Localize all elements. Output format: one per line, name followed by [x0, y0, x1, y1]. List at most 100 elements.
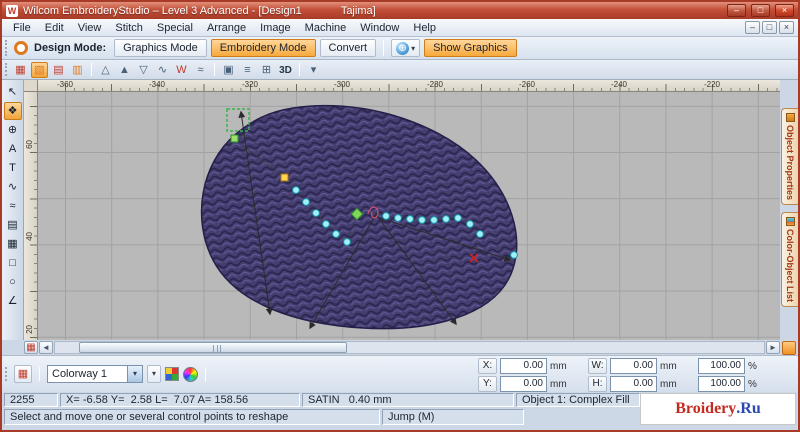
window-grid-icon[interactable]: ⊞	[258, 62, 275, 78]
mdi-minimize-button[interactable]: –	[745, 21, 760, 34]
rectangle-tool[interactable]: □	[4, 254, 22, 272]
shape-icon-3[interactable]: ▽	[135, 62, 152, 78]
scroll-right-button[interactable]: ►	[766, 341, 780, 354]
threed-view-button[interactable]: 3D	[277, 62, 294, 78]
menu-arrange[interactable]: Arrange	[200, 21, 253, 35]
tab-object-properties[interactable]: Object Properties	[781, 108, 798, 206]
y-unit: mm	[550, 378, 567, 390]
color-wheel-icon[interactable]	[183, 366, 198, 382]
scrollbar-thumb[interactable]	[79, 342, 347, 353]
ellipse-tool[interactable]: ○	[4, 273, 22, 291]
y-label: Y:	[478, 376, 497, 392]
run-tool[interactable]: ∿	[4, 178, 22, 196]
h-field[interactable]: 0.00	[610, 376, 657, 392]
brand-watermark: Broidery .Ru	[640, 393, 796, 425]
x-label: X:	[478, 358, 497, 374]
mdi-restore-button[interactable]: □	[762, 21, 777, 34]
menu-file[interactable]: File	[6, 21, 38, 35]
dropdown-icon[interactable]: ▾	[305, 62, 322, 78]
fill-tool[interactable]: ▦	[4, 235, 22, 253]
scrollbar-track[interactable]	[54, 341, 765, 354]
tab-color-object-list[interactable]: Color-Object List	[781, 212, 798, 308]
list-view-icon[interactable]: ≡	[239, 62, 256, 78]
h-unit: mm	[660, 378, 677, 390]
chevron-down-icon: ▾	[411, 43, 416, 53]
y-field[interactable]: 0.00	[500, 376, 547, 392]
brand-part1: Broidery	[675, 400, 737, 417]
menu-image[interactable]: Image	[253, 21, 298, 35]
menu-help[interactable]: Help	[406, 21, 443, 35]
colorway-menu-button[interactable]: ▾	[147, 365, 161, 383]
convert-button[interactable]: Convert	[319, 39, 377, 57]
show-graphics-button[interactable]: Show Graphics	[424, 39, 517, 57]
object-properties-icon	[785, 113, 795, 122]
select-tool[interactable]: ↖	[4, 83, 22, 101]
menu-window[interactable]: Window	[353, 21, 406, 35]
graphics-mode-button[interactable]: Graphics Mode	[114, 39, 207, 57]
maximize-button[interactable]: □	[751, 4, 770, 17]
chevron-down-icon: ▾	[127, 366, 142, 382]
menu-view[interactable]: View	[71, 21, 109, 35]
scale-y-field[interactable]: 100.00	[698, 376, 745, 392]
shape-icon-1[interactable]: △	[97, 62, 114, 78]
wave-icon[interactable]: W	[173, 62, 190, 78]
prompt-text: Select and move one or several control p…	[4, 409, 380, 425]
colorway-value: Colorway 1	[52, 368, 108, 380]
stitch-icon-4[interactable]: ▥	[69, 62, 86, 78]
satin-tool[interactable]: ▤	[4, 216, 22, 234]
embroidery-design	[200, 104, 518, 330]
grid-view-icon[interactable]: ▣	[220, 62, 237, 78]
w-field[interactable]: 0.00	[610, 358, 657, 374]
horizontal-scrollbar: ▦ ◄ ►	[24, 341, 780, 354]
close-button[interactable]: ×	[775, 4, 794, 17]
stitch-count: 2255	[4, 393, 58, 407]
toolbar-grip[interactable]	[5, 367, 10, 381]
measure-tool[interactable]: ∠	[4, 292, 22, 310]
reshape-tool[interactable]: ❖	[3, 102, 22, 120]
menu-stitch[interactable]: Stitch	[108, 21, 150, 35]
colorway-select[interactable]: Colorway 1 ▾	[47, 365, 143, 383]
embroidery-mode-button[interactable]: Embroidery Mode	[210, 39, 316, 57]
toolbar-grip[interactable]	[5, 40, 10, 56]
toolbar-grip[interactable]	[5, 62, 10, 77]
toolbox: ↖ ❖ ⊕ A T ∿ ≈ ▤ ▦ □ ○ ∠	[2, 80, 24, 340]
lettering-tool[interactable]: A	[4, 140, 22, 158]
menu-edit[interactable]: Edit	[38, 21, 71, 35]
monogram-tool[interactable]: T	[4, 159, 22, 177]
scale-y-unit: %	[748, 378, 757, 390]
brand-part2: .Ru	[736, 400, 761, 417]
menu-special[interactable]: Special	[150, 21, 200, 35]
scale-x-field[interactable]: 100.00	[698, 358, 745, 374]
colorway-toolbar: ▦ Colorway 1 ▾ ▾ X: 0.00 mm W: 0.00 mm 1…	[2, 355, 798, 392]
stitch-icon-1[interactable]: ▦	[12, 62, 29, 78]
zigzag-icon[interactable]: ≈	[192, 62, 209, 78]
start-handle[interactable]	[230, 134, 239, 143]
zoom-tool[interactable]: ⊕	[4, 121, 22, 139]
run-stitch-icon[interactable]: ∿	[154, 62, 171, 78]
design-canvas[interactable]	[38, 92, 780, 340]
panel-toggle-button[interactable]: ▦	[24, 341, 38, 354]
vertical-ruler: 60 40 20	[24, 92, 38, 340]
mdi-close-button[interactable]: ×	[779, 21, 794, 34]
zigzag-tool[interactable]: ≈	[4, 197, 22, 215]
colorway-icon-button[interactable]: ▦	[14, 365, 32, 383]
ruler-corner	[24, 80, 38, 92]
app-window: W Wilcom EmbroideryStudio – Level 3 Adva…	[0, 0, 800, 432]
palette-icon[interactable]	[165, 367, 179, 381]
square-handle[interactable]	[280, 173, 289, 182]
x-field[interactable]: 0.00	[500, 358, 547, 374]
hoop-icon	[14, 41, 28, 55]
transform-fields: X: 0.00 mm W: 0.00 mm 100.00 % Y: 0.00 m…	[478, 358, 772, 392]
stitch-icon-2[interactable]: ▧	[31, 61, 48, 78]
stitch-icon-3[interactable]: ▤	[50, 62, 67, 78]
minimize-button[interactable]: –	[727, 4, 746, 17]
design-mode-toolbar: Design Mode: Graphics Mode Embroidery Mo…	[2, 37, 798, 60]
scroll-left-button[interactable]: ◄	[39, 341, 53, 354]
hoop-select-button[interactable]: ⊕ ▾	[391, 39, 421, 57]
design-mode-label: Design Mode:	[34, 42, 107, 54]
window-title: Wilcom EmbroideryStudio – Level 3 Advanc…	[23, 4, 302, 17]
shape-icon-2[interactable]: ▲	[116, 62, 133, 78]
w-unit: mm	[660, 360, 677, 372]
menu-machine[interactable]: Machine	[298, 21, 354, 35]
pointer-position: X= -6.58 Y= 2.58 L= 7.07 A= 158.56	[60, 393, 300, 407]
